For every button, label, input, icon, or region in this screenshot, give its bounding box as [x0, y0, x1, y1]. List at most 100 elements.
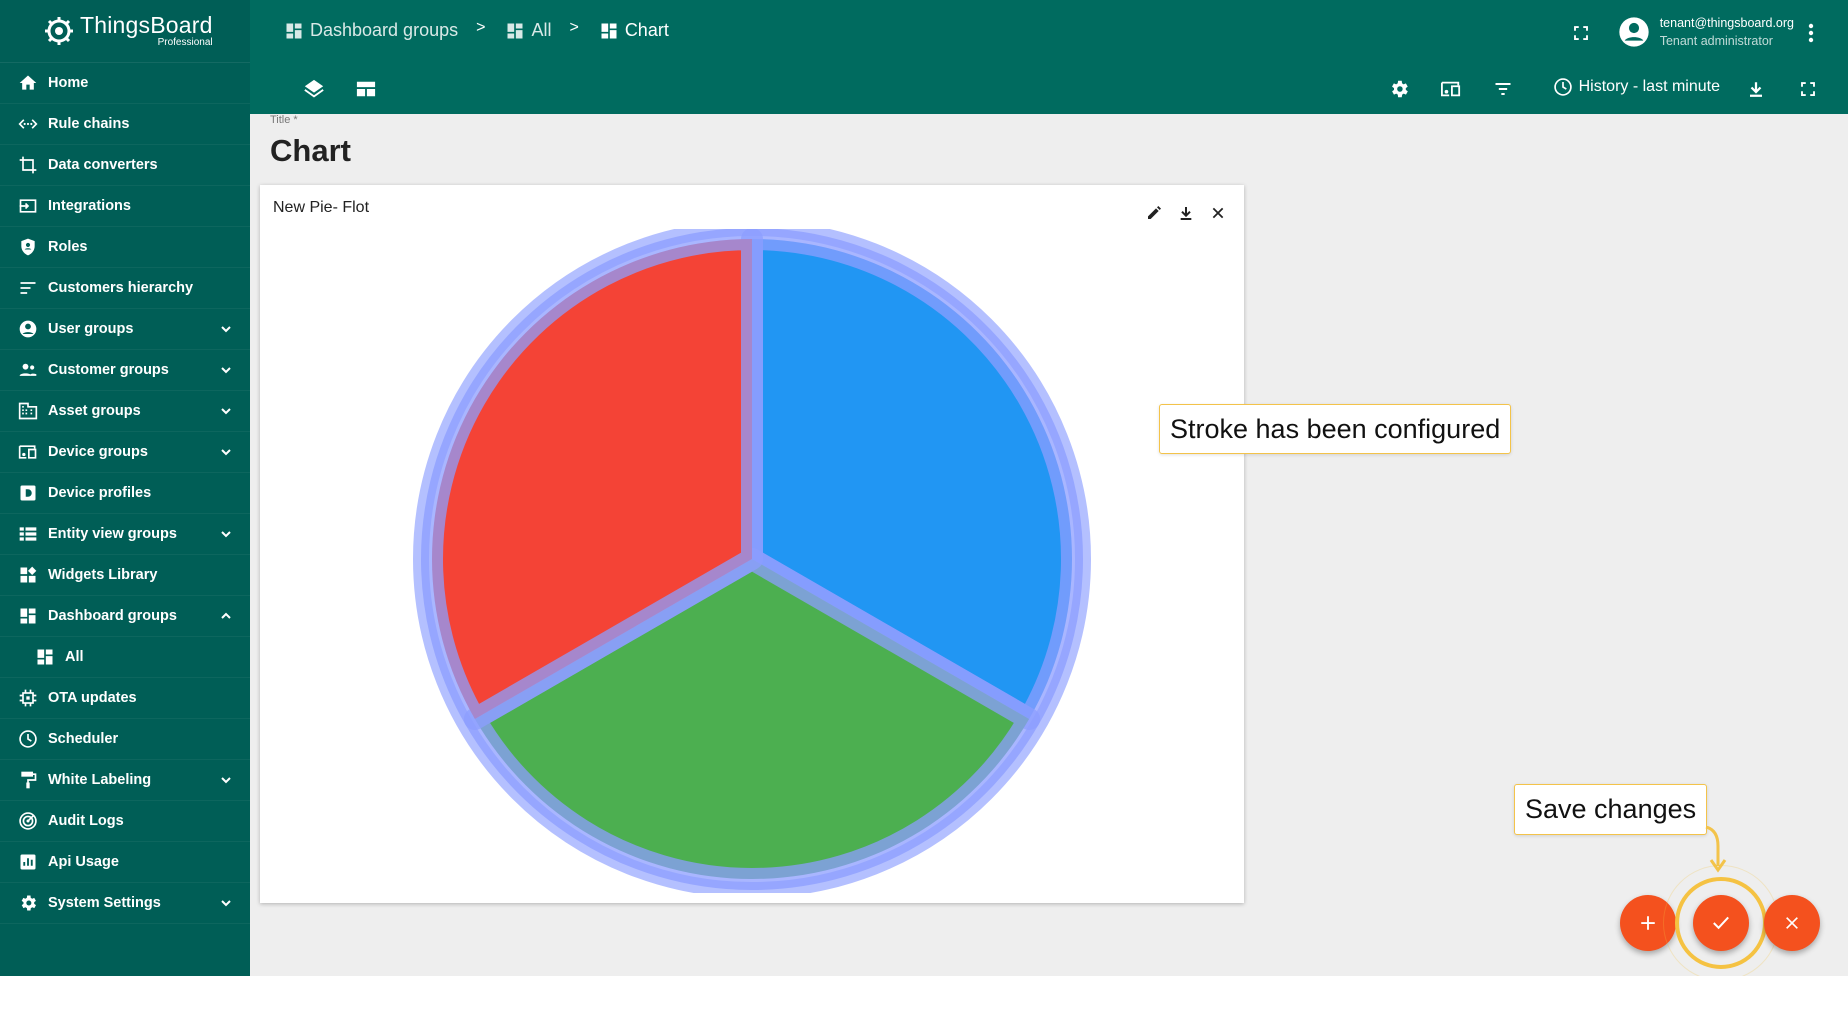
sidebar-item-widgets-library[interactable]: Widgets Library — [0, 555, 250, 596]
widgets-icon — [17, 564, 39, 586]
sidebar-item-label: Integrations — [48, 198, 131, 214]
sidebar-item-all[interactable]: All — [0, 637, 250, 678]
sidebar-item-roles[interactable]: Roles — [0, 227, 250, 268]
dashboard-icon — [286, 23, 302, 38]
user-menu[interactable]: tenant@thingsboard.org Tenant administra… — [1618, 14, 1794, 50]
view-quilt-icon — [356, 81, 376, 97]
logo[interactable]: ThingsBoard Professional — [0, 0, 250, 63]
dashboard-icon — [34, 646, 56, 668]
people-icon — [17, 359, 39, 381]
sidebar-item-home[interactable]: Home — [0, 63, 250, 104]
download-icon — [1750, 82, 1762, 97]
chevron-down-icon — [221, 408, 231, 415]
check-icon — [1713, 916, 1729, 930]
breadcrumb-all[interactable]: All — [505, 20, 551, 41]
account-circle-icon — [17, 318, 39, 340]
track-changes-icon — [17, 810, 39, 832]
sidebar-item-customer-groups[interactable]: Customer groups — [0, 350, 250, 391]
account-circle-icon — [1619, 17, 1649, 47]
settings-button[interactable] — [1385, 75, 1413, 103]
save-changes-button[interactable] — [1693, 895, 1749, 951]
timewindow-button[interactable]: History - last minute — [1553, 77, 1720, 97]
user-email: tenant@thingsboard.org — [1659, 16, 1794, 30]
sidebar-item-audit-logs[interactable]: Audit Logs — [0, 801, 250, 842]
widget-title: New Pie- Flot — [273, 199, 370, 216]
paint-roller-icon — [17, 769, 39, 791]
layers-button[interactable] — [300, 75, 328, 103]
app-shell: ThingsBoard Professional Home Rule chain… — [0, 0, 1848, 981]
dashboard-title-input[interactable]: Chart — [270, 133, 351, 169]
dashboard-fullscreen-button[interactable] — [1794, 75, 1822, 103]
sidebar-item-label: White Labeling — [48, 772, 152, 788]
converter-icon — [17, 154, 39, 176]
sidebar-item-label: User groups — [48, 321, 134, 337]
chevron-down-icon — [221, 777, 231, 784]
sidebar-item-label: System Settings — [48, 895, 161, 911]
building-icon — [17, 400, 39, 422]
sidebar-item-entity-view-groups[interactable]: Entity view groups — [0, 514, 250, 555]
dashboard-icon — [507, 23, 523, 38]
chevron-down-icon — [221, 367, 231, 374]
stroke-tooltip: Stroke has been configured — [1159, 404, 1512, 454]
save-tooltip: Save changes — [1514, 784, 1708, 835]
close-icon — [1212, 207, 1224, 219]
sidebar-item-label: Home — [48, 75, 89, 91]
pie-widget[interactable]: New Pie- Flot — [260, 185, 1244, 903]
fullscreen-icon — [1574, 26, 1588, 40]
bottom-strip — [0, 976, 1848, 1011]
sidebar-item-device-profiles[interactable]: Device profiles — [0, 473, 250, 514]
remove-widget-button[interactable] — [1208, 203, 1228, 223]
integration-icon — [17, 195, 39, 217]
top-toolbar: Dashboard groups > All > Chart tenant@th… — [250, 0, 1848, 114]
close-icon — [1786, 917, 1798, 929]
fullscreen-toggle-button[interactable] — [1567, 19, 1595, 47]
chevron-down-icon — [221, 900, 231, 907]
chevron-down-icon — [221, 326, 231, 333]
sidebar-item-device-groups[interactable]: Device groups — [0, 432, 250, 473]
sidebar-item-label: Scheduler — [48, 731, 119, 747]
sidebar-item-scheduler[interactable]: Scheduler — [0, 719, 250, 760]
sidebar-item-label: Data converters — [48, 157, 158, 173]
breadcrumb-dashboard-groups[interactable]: Dashboard groups — [284, 20, 458, 41]
edit-widget-button[interactable] — [1144, 203, 1164, 223]
breadcrumb: Dashboard groups > All > Chart — [284, 18, 669, 41]
export-button[interactable] — [1742, 75, 1770, 103]
sidebar-item-label: Device groups — [48, 444, 148, 460]
chevron-down-icon — [221, 449, 231, 456]
sidebar-item-api-usage[interactable]: Api Usage — [0, 842, 250, 883]
sidebar-item-rule-chains[interactable]: Rule chains — [0, 104, 250, 145]
breadcrumb-label: Chart — [624, 20, 669, 40]
entity-aliases-button[interactable] — [1437, 75, 1465, 103]
hierarchy-icon — [17, 277, 39, 299]
bar-chart-icon — [17, 851, 39, 873]
brand-name: ThingsBoard — [80, 12, 213, 38]
sidebar-item-label: Asset groups — [48, 403, 141, 419]
sidebar: ThingsBoard Professional Home Rule chain… — [0, 0, 250, 976]
sidebar-item-user-groups[interactable]: User groups — [0, 309, 250, 350]
more-menu-button[interactable] — [1797, 19, 1825, 47]
sidebar-item-data-converters[interactable]: Data converters — [0, 145, 250, 186]
sidebar-item-ota-updates[interactable]: OTA updates — [0, 678, 250, 719]
view-list-icon — [17, 523, 39, 545]
home-icon — [17, 72, 39, 94]
filter-list-icon — [1495, 82, 1511, 96]
download-widget-button[interactable] — [1176, 203, 1196, 223]
brand-edition: Professional — [157, 37, 213, 48]
sidebar-item-white-labeling[interactable]: White Labeling — [0, 760, 250, 801]
discard-changes-button[interactable] — [1764, 895, 1820, 951]
dashboard-layout-button[interactable] — [352, 75, 380, 103]
sidebar-item-customers-hierarchy[interactable]: Customers hierarchy — [0, 268, 250, 309]
filters-button[interactable] — [1489, 75, 1517, 103]
sidebar-item-label: OTA updates — [48, 690, 137, 706]
devices-icon — [17, 441, 39, 463]
pie-chart-area — [260, 229, 1244, 893]
sidebar-item-label: Device profiles — [48, 485, 152, 501]
sidebar-item-system-settings[interactable]: System Settings — [0, 883, 250, 924]
sidebar-item-label: All — [65, 649, 84, 665]
sidebar-item-dashboard-groups[interactable]: Dashboard groups — [0, 596, 250, 637]
breadcrumb-separator: > — [476, 18, 486, 36]
more-vert-icon — [1808, 23, 1814, 43]
timewindow-label: History - last minute — [1578, 78, 1720, 95]
sidebar-item-integrations[interactable]: Integrations — [0, 186, 250, 227]
sidebar-item-asset-groups[interactable]: Asset groups — [0, 391, 250, 432]
